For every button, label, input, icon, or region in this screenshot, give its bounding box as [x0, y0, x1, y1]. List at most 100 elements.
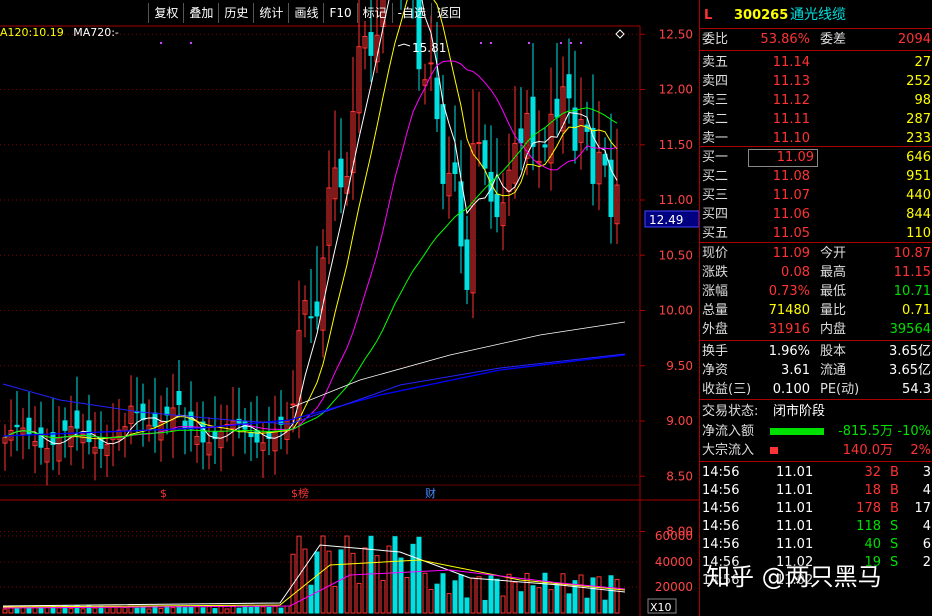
- candle-body: [62, 420, 68, 431]
- volume-bar: [308, 584, 314, 614]
- volume-bar: [500, 595, 506, 614]
- stat-label: 收益(三): [702, 382, 752, 397]
- watermark: 知乎 @两只黑马: [706, 563, 882, 591]
- netflow-label: 净流入额: [702, 424, 755, 439]
- volume-bar: [506, 573, 512, 614]
- tick-time: 14:56: [702, 465, 740, 480]
- volume-bar: [278, 607, 284, 614]
- volume-bar: [26, 607, 32, 614]
- sell-level-label: 卖五: [702, 55, 729, 70]
- f10-button[interactable]: F10: [323, 3, 356, 23]
- candle-body: [38, 427, 44, 448]
- volume-bar: [2, 608, 8, 614]
- buy-level-label: 买二: [702, 169, 729, 184]
- volume-bar: [182, 606, 188, 614]
- remove-watchlist-button[interactable]: -自选: [391, 3, 431, 23]
- mark-button[interactable]: 标记: [356, 3, 392, 23]
- stat-value: 3.61: [781, 363, 810, 378]
- stat-row: 净资 3.61 流通 3.65亿: [700, 361, 932, 380]
- candle-body: [434, 77, 440, 120]
- tick-volume: 40: [864, 537, 881, 552]
- candle-body: [164, 406, 170, 416]
- tick-side: S: [890, 537, 899, 552]
- tick-side: B: [890, 465, 899, 480]
- candle-body: [566, 74, 572, 99]
- quote-value: 0.73%: [768, 284, 810, 299]
- buy-level-row: 买五 11.05 110: [700, 224, 932, 243]
- divider: [700, 340, 932, 341]
- candle-body: [476, 141, 482, 144]
- divider: [700, 461, 932, 462]
- buy-level-label: 买一: [702, 150, 729, 165]
- volume-bar: [548, 589, 554, 614]
- volume-bar: [218, 605, 224, 614]
- quote-row: 总量 71480 量比 0.71: [700, 301, 932, 320]
- volume-bar: [386, 545, 392, 614]
- sell-level-label: 卖三: [702, 93, 729, 108]
- quote-label: 外盘: [702, 322, 729, 337]
- divider: [700, 28, 932, 29]
- volume-bar: [176, 606, 182, 614]
- candle-body: [254, 430, 260, 443]
- quote-value-2: 0.71: [902, 303, 931, 318]
- tick-volume: 178: [856, 501, 881, 516]
- quote-value-2: 39564: [889, 322, 931, 337]
- sell-price: 11.13: [772, 74, 810, 89]
- volume-bar: [554, 583, 560, 614]
- stats-button[interactable]: 统计: [253, 3, 288, 23]
- stock-name: 通光线缆: [790, 7, 846, 23]
- volume-bar: [482, 599, 488, 614]
- price-axis-label: 8.50: [666, 469, 693, 483]
- chart-toolbar: 复权 叠加 历史 统计 画线 F10 标记 -自选 返回: [148, 3, 466, 23]
- volume-bar: [404, 576, 410, 614]
- tick-count: 4: [922, 483, 931, 498]
- buy-level-label: 买五: [702, 226, 729, 241]
- volume-bar: [518, 591, 524, 614]
- price-axis-label: 9.50: [666, 359, 693, 373]
- back-button[interactable]: 返回: [430, 3, 466, 23]
- stat-label-2: PE(动): [820, 382, 860, 397]
- candle-body: [494, 193, 500, 218]
- candle-body: [572, 107, 578, 151]
- volume-bar: [314, 551, 320, 614]
- kline-chart[interactable]: 15.0014.5014.0013.5013.0012.5012.0011.50…: [0, 0, 700, 616]
- volume-bar: [194, 605, 200, 614]
- candle-body: [368, 32, 374, 56]
- volume-bar: [392, 536, 398, 614]
- ma60-line: [289, 321, 626, 409]
- fuquan-button[interactable]: 复权: [148, 3, 183, 23]
- quote-value-2: 11.15: [893, 265, 931, 280]
- sell-volume: 287: [906, 112, 931, 127]
- trade-status-label: 交易状态:: [702, 404, 759, 419]
- tick-price: 11.01: [776, 519, 814, 534]
- kline-chart-area[interactable]: 15.0014.5014.0013.5013.0012.5012.0011.50…: [0, 0, 700, 616]
- volume-bar: [188, 606, 194, 614]
- marker-dot: [490, 42, 492, 44]
- volume-bar: [326, 550, 332, 614]
- volume-bar: [80, 608, 86, 614]
- volume-bar: [122, 606, 128, 614]
- stat-value: 1.96%: [768, 344, 810, 359]
- candle-body: [518, 128, 524, 144]
- price-axis-label: 12.00: [659, 83, 693, 97]
- sell-level-label: 卖二: [702, 112, 729, 127]
- quote-value: 0.08: [781, 265, 810, 280]
- buy-level-row: 买二 11.08 951: [700, 167, 932, 186]
- tick-count: 17: [914, 501, 931, 516]
- buy-volume: 646: [906, 150, 931, 165]
- volume-bar: [134, 607, 140, 614]
- tick-row: 14:56 11.01 32 B 3: [700, 464, 932, 482]
- netflow-row: 净流入额 -815.5万 -10%: [700, 422, 932, 441]
- volume-bar: [410, 543, 416, 614]
- overlay-button[interactable]: 叠加: [183, 3, 218, 23]
- sell-level-label: 卖四: [702, 74, 729, 89]
- market-flag: L: [704, 8, 713, 23]
- candle-body: [464, 239, 470, 290]
- event-mark: $: [160, 487, 167, 500]
- moving-average-line: [4, 0, 618, 445]
- history-button[interactable]: 历史: [218, 3, 253, 23]
- candle-body: [290, 403, 296, 406]
- netflow-bar: [770, 428, 824, 435]
- draw-line-button[interactable]: 画线: [288, 3, 323, 23]
- quote-row: 现价 11.09 今开 10.87: [700, 244, 932, 263]
